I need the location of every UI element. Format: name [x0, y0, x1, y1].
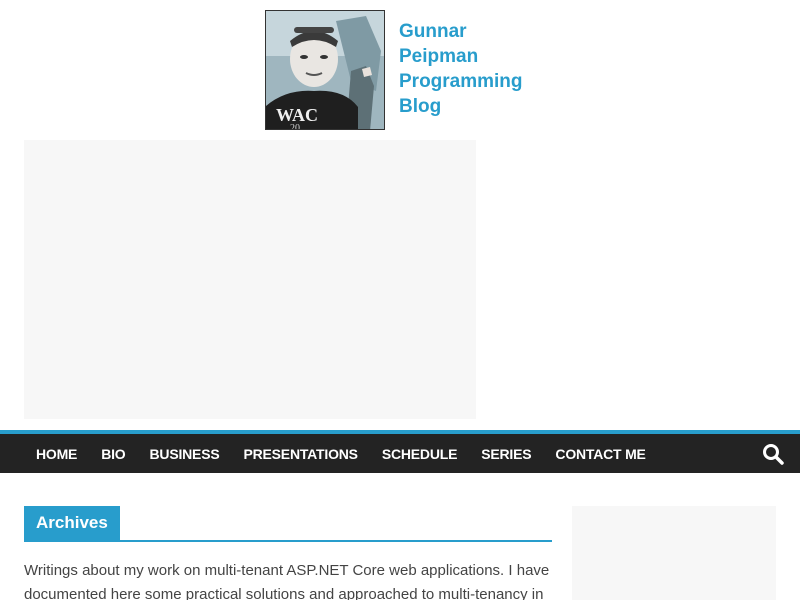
svg-text:20: 20 [290, 123, 300, 130]
logo-portrait-image: WAC 20 [266, 11, 384, 130]
svg-text:WAC: WAC [276, 105, 318, 125]
nav-menu: HOME BIO BUSINESS PRESENTATIONS SCHEDULE… [36, 434, 670, 473]
archive-description: Writings about my work on multi-tenant A… [24, 562, 550, 600]
main-navigation: HOME BIO BUSINESS PRESENTATIONS SCHEDULE… [0, 430, 800, 473]
archive-header: Archives [24, 506, 552, 542]
nav-item-bio[interactable]: BIO [101, 446, 125, 462]
nav-item-home[interactable]: HOME [36, 446, 77, 462]
nav-item-schedule[interactable]: SCHEDULE [382, 446, 458, 462]
nav-item-presentations[interactable]: PRESENTATIONS [243, 446, 358, 462]
nav-item-series[interactable]: SERIES [481, 446, 531, 462]
ad-placeholder [24, 140, 476, 419]
nav-item-contact-me[interactable]: CONTACT ME [555, 446, 645, 462]
search-icon [763, 444, 784, 465]
sidebar-widget [572, 506, 776, 600]
site-title[interactable]: Gunnar Peipman Programming Blog [399, 19, 549, 119]
site-logo[interactable]: WAC 20 [265, 10, 385, 130]
search-button[interactable] [762, 443, 784, 465]
page-title: Archives [24, 506, 120, 540]
nav-item-business[interactable]: BUSINESS [150, 446, 220, 462]
